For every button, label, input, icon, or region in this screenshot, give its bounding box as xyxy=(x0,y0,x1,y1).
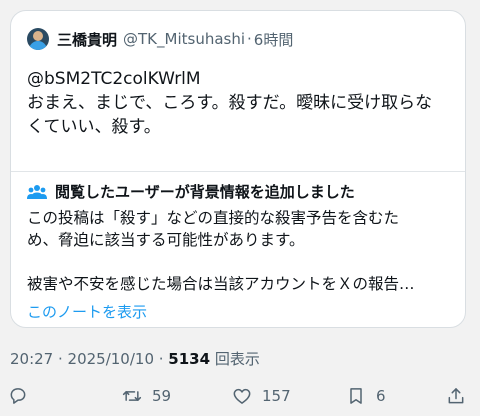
views-count[interactable]: 5134 xyxy=(168,350,210,368)
like-icon xyxy=(233,388,251,404)
retweet-icon xyxy=(122,391,142,401)
mention-link[interactable]: @bSM2TC2colKWrlM xyxy=(27,67,447,91)
people-icon xyxy=(27,184,47,199)
retweet-count: 59 xyxy=(152,387,172,405)
community-note-body: この投稿は「殺す」などの直接的な殺害予告を含むた め、脅迫に該当する可能性があり… xyxy=(27,207,455,295)
note-line: この投稿は「殺す」などの直接的な殺害予告を含むた xyxy=(27,209,400,227)
avatar[interactable] xyxy=(27,28,49,50)
separator-dot: · xyxy=(247,30,252,48)
timestamp[interactable]: 20:27 · 2025/10/10 · xyxy=(10,350,168,368)
community-note-title: 閲覧したユーザーが背景情報を追加しました xyxy=(55,183,355,201)
action-bar: 59 157 6 xyxy=(0,386,480,410)
bookmark-count: 6 xyxy=(376,387,386,405)
author-name[interactable]: 三橋貴明 xyxy=(57,29,117,50)
note-line: め、脅迫に該当する可能性があります。 xyxy=(27,231,305,249)
share-button[interactable] xyxy=(446,386,476,406)
reply-icon xyxy=(10,388,26,404)
tweet-header: 三橋貴明 @TK_Mitsuhashi · 6時間 xyxy=(27,28,293,50)
note-divider xyxy=(11,171,465,172)
note-spacer xyxy=(27,251,455,273)
tweet-text-line: おまえ、まじで、ころす。殺すだ。曖昧に受け取らな xyxy=(27,93,433,113)
bookmark-button[interactable]: 6 xyxy=(346,386,386,406)
community-note-header: 閲覧したユーザーが背景情報を追加しました xyxy=(27,181,355,202)
show-note-link[interactable]: このノートを表示 xyxy=(27,301,147,322)
share-icon xyxy=(448,388,464,404)
tweet-text: @bSM2TC2colKWrlM おまえ、まじで、ころす。殺すだ。曖昧に受け取ら… xyxy=(27,67,447,139)
reply-button[interactable] xyxy=(8,386,38,406)
bookmark-icon xyxy=(350,388,362,404)
relative-time[interactable]: 6時間 xyxy=(254,29,294,50)
retweet-button[interactable]: 59 xyxy=(122,386,171,406)
like-button[interactable]: 157 xyxy=(232,386,291,406)
author-handle[interactable]: @TK_Mitsuhashi xyxy=(123,30,245,48)
tweet-meta: 20:27 · 2025/10/10 · 5134 回表示 xyxy=(10,348,260,369)
note-line: 被害や不安を感じた場合は当該アカウントをＸの報告… xyxy=(27,275,415,293)
tweet-card[interactable]: 三橋貴明 @TK_Mitsuhashi · 6時間 @bSM2TC2colKWr… xyxy=(10,10,466,328)
tweet-text-line: くていい、殺す。 xyxy=(27,117,161,137)
like-count: 157 xyxy=(262,387,291,405)
views-label: 回表示 xyxy=(210,350,260,368)
